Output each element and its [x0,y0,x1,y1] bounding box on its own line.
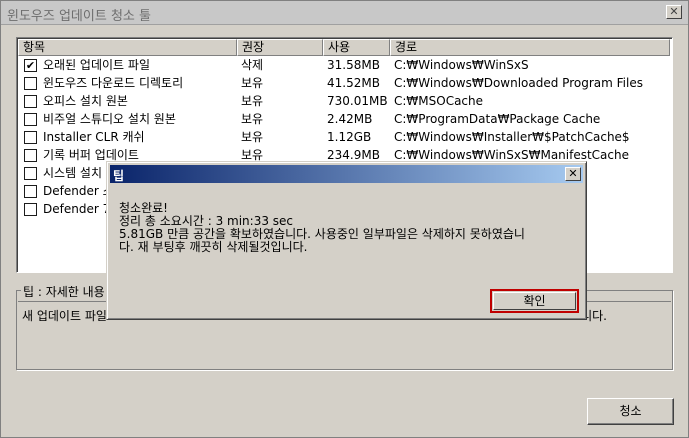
title-bar[interactable]: 윈도우즈 업데이트 청소 툴 ✕ [1,1,688,25]
ok-button-label: 확인 [493,292,576,310]
item-size: 1.12GB [327,130,372,144]
item-name: 비주얼 스튜디오 설치 원본 [43,112,176,126]
ok-button[interactable]: 확인 [490,289,579,313]
column-header-path[interactable]: 경로 [390,39,670,56]
item-checkbox[interactable]: ✔ [24,58,37,72]
item-name: 오피스 설치 원본 [43,94,128,108]
close-icon[interactable]: ✕ [666,5,682,19]
window-title: 윈도우즈 업데이트 청소 툴 [7,9,151,24]
list-item[interactable]: 윈도우즈 다운로드 디렉토리 보유 41.52MB C:₩Windows₩Downlo… [18,74,670,92]
item-path: C:₩MSOCache [394,94,484,108]
item-recommendation: 보유 [241,76,264,90]
item-name-cell: 오피스 설치 원본 [18,92,237,110]
dialog-close-icon[interactable]: ✕ [565,167,581,181]
list-item[interactable]: Installer CLR 캐쉬 보유 1.12GB C:₩Windows₩Insta… [18,128,670,146]
completion-dialog: 팁 ✕ 청소완료! 정리 총 소요시간 : 3 min:33 sec 5.81G… [106,161,587,320]
item-checkbox[interactable] [24,166,37,180]
column-header-recommendation[interactable]: 권장 [237,39,323,56]
item-name-cell: 비주얼 스튜디오 설치 원본 [18,110,237,128]
item-checkbox[interactable] [24,202,37,216]
item-name: Defender 7 [43,202,111,216]
item-size: 2.42MB [327,112,373,126]
item-checkbox[interactable] [24,76,37,90]
item-recommendation: 삭제 [241,58,264,72]
item-name: 시스템 설치 [43,166,103,180]
item-name-cell: 윈도우즈 다운로드 디렉토리 [18,74,237,92]
dialog-title: 팁 [113,169,125,183]
item-checkbox[interactable] [24,112,37,126]
item-size: 31.58MB [327,58,380,72]
item-path: C:₩Windows₩WinSxS [394,58,529,72]
item-path: C:₩Windows₩Installer₩$PatchCache$ [394,130,630,144]
dialog-title-bar[interactable]: 팁 ✕ [110,165,583,183]
item-name: 오래된 업데이트 파일 [43,58,150,72]
item-path: C:₩Windows₩Downloaded Program Files [394,76,643,90]
item-name: Defender 스 [43,184,114,198]
item-size: 41.52MB [327,76,380,90]
column-header-item[interactable]: 항목 [18,39,237,56]
list-item[interactable]: ✔ 오래된 업데이트 파일 삭제 31.58MB C:₩Windows₩WinSxS [18,56,670,74]
column-header-usage[interactable]: 사용 [323,39,390,56]
tips-text: 새 업데이트 파일 [22,309,107,323]
item-checkbox[interactable] [24,184,37,198]
item-checkbox[interactable] [24,94,37,108]
item-size: 730.01MB [327,94,388,108]
item-name: 윈도우즈 다운로드 디렉토리 [43,76,184,90]
item-name-cell: ✔ 오래된 업데이트 파일 [18,56,237,74]
clean-button[interactable]: 청소 [587,398,674,425]
item-name: Installer CLR 캐쉬 [43,130,145,144]
item-recommendation: 보유 [241,94,264,108]
item-checkbox[interactable] [24,148,37,162]
list-item[interactable]: 비주얼 스튜디오 설치 원본 보유 2.42MB C:₩ProgramData₩Pac… [18,110,670,128]
item-recommendation: 보유 [241,112,264,126]
dialog-message: 청소완료! 정리 총 소요시간 : 3 min:33 sec 5.81GB 만큼… [119,201,525,254]
item-recommendation: 보유 [241,130,264,144]
tips-legend: 팁 : 자세한 내용 [21,283,107,300]
item-checkbox[interactable] [24,130,37,144]
list-item[interactable]: 오피스 설치 원본 보유 730.01MB C:₩MSOCache [18,92,670,110]
list-header: 항목 권장 사용 경로 [18,39,670,56]
item-name-cell: Installer CLR 캐쉬 [18,128,237,146]
item-path: C:₩ProgramData₩Package Cache [394,112,601,126]
